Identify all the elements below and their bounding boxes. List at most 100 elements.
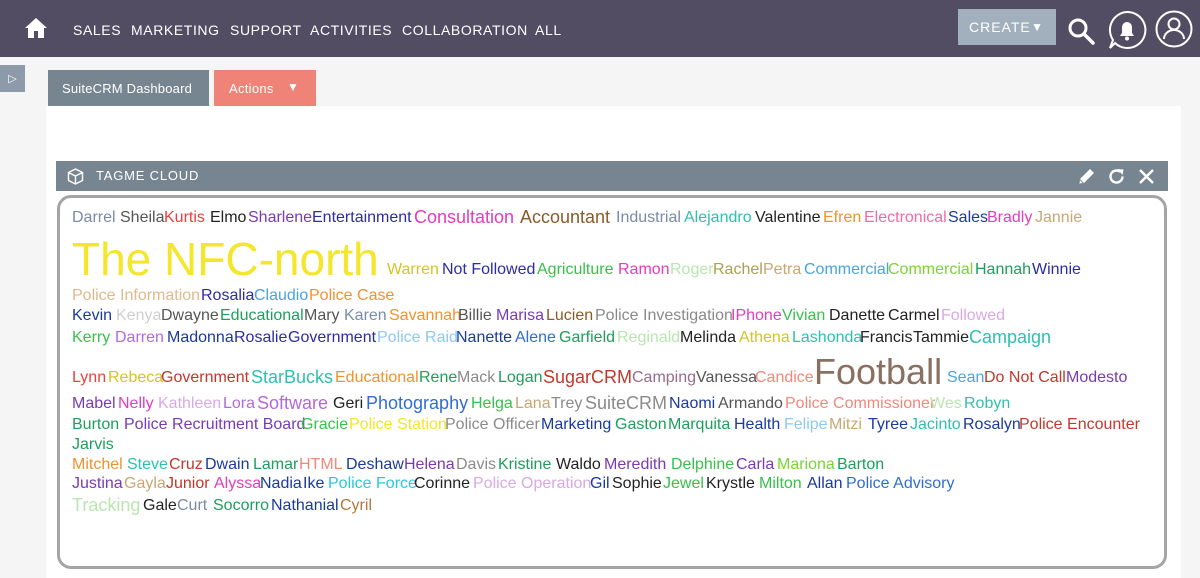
tag-link[interactable]: Dwain [205, 457, 249, 473]
home-icon[interactable] [24, 16, 48, 40]
tag-link[interactable]: Lynn [72, 370, 106, 386]
tag-link[interactable]: Marquita [668, 417, 730, 433]
tag-link[interactable]: Elmo [210, 210, 246, 226]
sidebar-toggle-button[interactable]: ▷ [0, 65, 25, 92]
tag-link[interactable]: Sophie [612, 476, 662, 492]
tag-link[interactable]: Educational [335, 370, 419, 386]
tag-link[interactable]: Robyn [964, 396, 1010, 412]
tag-link[interactable]: Deshaw [346, 457, 404, 473]
tag-link[interactable]: Sean [947, 370, 984, 386]
tag-link[interactable]: HTML [299, 457, 343, 473]
tag-link[interactable]: Francis [860, 330, 912, 346]
tag-link[interactable]: Mack [457, 370, 495, 386]
tag-link[interactable]: Police Raid [377, 330, 458, 346]
edit-pencil-icon[interactable] [1076, 166, 1097, 187]
tag-link[interactable]: Mitzi [829, 417, 862, 433]
nav-sales[interactable]: SALES [73, 22, 121, 38]
tag-link[interactable]: Consultation [414, 208, 514, 226]
tag-link[interactable]: Socorro [213, 498, 269, 514]
tag-link[interactable]: Kathleen [158, 396, 221, 412]
tag-link[interactable]: Government [161, 370, 249, 386]
user-profile-icon[interactable] [1155, 10, 1193, 48]
tag-link[interactable]: Commercial [888, 262, 973, 278]
tag-link[interactable]: Police Officer [445, 417, 540, 433]
tag-link[interactable]: Tammie [913, 330, 969, 346]
tag-link[interactable]: Kevin [72, 308, 112, 324]
tag-link[interactable]: Ramon [618, 262, 670, 278]
tag-link[interactable]: Police Encounter [1019, 417, 1140, 433]
tag-link[interactable]: Police Information [72, 288, 200, 304]
tag-link[interactable]: Allan [807, 476, 843, 492]
tag-link[interactable]: Logan [498, 370, 543, 386]
tag-link[interactable]: Educational [220, 308, 304, 324]
tag-link[interactable]: Barton [837, 457, 884, 473]
tag-link[interactable]: Waldo [556, 457, 601, 473]
tag-link[interactable]: SuiteCRM [585, 394, 667, 412]
tag-link[interactable]: Industrial [616, 210, 681, 226]
tag-link[interactable]: Vanessa [696, 370, 757, 386]
tag-link[interactable]: Valentine [755, 210, 821, 226]
tag-link[interactable]: Police Advisory [846, 476, 955, 492]
tag-link[interactable]: Rachel [713, 262, 763, 278]
tag-link[interactable]: Sharlene [248, 210, 312, 226]
tag-link[interactable]: StarBucks [251, 368, 333, 386]
tag-link[interactable]: Darren [115, 330, 164, 346]
tag-link[interactable]: Delphine [671, 457, 734, 473]
tag-link[interactable]: Lora [223, 396, 255, 412]
tag-link[interactable]: The NFC-north [72, 236, 379, 282]
tag-link[interactable]: Winnie [1032, 262, 1081, 278]
tag-link[interactable]: Kenya [116, 308, 161, 324]
tag-link[interactable]: Milton [759, 476, 802, 492]
tag-link[interactable]: Geri [333, 396, 363, 412]
tag-link[interactable]: Curt [177, 498, 207, 514]
tag-link[interactable]: Savannah [389, 308, 461, 324]
tag-link[interactable]: Campaign [969, 328, 1051, 346]
tag-link[interactable]: Jarvis [72, 437, 114, 453]
tag-link[interactable]: Police Recruitment Board [124, 417, 305, 433]
tag-link[interactable]: Mary [304, 308, 340, 324]
tag-link[interactable]: Sales [948, 210, 988, 226]
tag-link[interactable]: Justina [72, 476, 123, 492]
tag-link[interactable]: Efren [823, 210, 861, 226]
tag-link[interactable]: Agriculture [537, 262, 613, 278]
tag-link[interactable]: Junior [166, 476, 210, 492]
tag-link[interactable]: Nadia [260, 476, 302, 492]
tag-link[interactable]: Mabel [72, 396, 116, 412]
tag-link[interactable]: Marketing [541, 417, 611, 433]
tag-link[interactable]: Ike [303, 476, 324, 492]
tag-link[interactable]: Football [814, 354, 942, 390]
tag-link[interactable]: Alyssa [214, 476, 261, 492]
tag-link[interactable]: Sheila [120, 210, 164, 226]
close-icon[interactable] [1136, 166, 1157, 187]
tag-link[interactable]: Lana [515, 396, 551, 412]
tag-link[interactable]: Marisa [496, 308, 544, 324]
tag-link[interactable]: Melinda [680, 330, 736, 346]
tab-suitecrm-dashboard[interactable]: SuiteCRM Dashboard [48, 70, 209, 106]
tag-link[interactable]: Darrel [72, 210, 116, 226]
tag-link[interactable]: Kristine [498, 457, 551, 473]
tag-link[interactable]: Commercial [804, 262, 889, 278]
tag-link[interactable]: Police Operation [473, 476, 591, 492]
tag-link[interactable]: Do Not Call [984, 370, 1066, 386]
tag-link[interactable]: Carla [736, 457, 774, 473]
tag-link[interactable]: Kurtis [164, 210, 205, 226]
tag-link[interactable]: Gil [590, 476, 610, 492]
tag-link[interactable]: Nanette [456, 330, 512, 346]
tag-link[interactable]: Gale [143, 498, 177, 514]
tag-link[interactable]: Lashonda [792, 330, 862, 346]
tag-link[interactable]: Tracking [72, 496, 140, 514]
tag-link[interactable]: Naomi [669, 396, 715, 412]
tag-link[interactable]: Rosalyn [963, 417, 1021, 433]
tag-link[interactable]: Garfield [559, 330, 615, 346]
tag-link[interactable]: IPhone [731, 308, 782, 324]
tag-link[interactable]: Modesto [1066, 370, 1127, 386]
tag-link[interactable]: Police Force [328, 476, 417, 492]
tag-link[interactable]: Electronical [864, 210, 947, 226]
nav-all[interactable]: ALL [535, 22, 562, 38]
tag-link[interactable]: Rene [419, 370, 457, 386]
tag-link[interactable]: Camping [632, 370, 696, 386]
dashlet-header[interactable]: TAGME CLOUD [56, 161, 1168, 191]
tag-link[interactable]: Davis [456, 457, 496, 473]
tag-link[interactable]: Rebeca [108, 370, 163, 386]
tag-link[interactable]: Rosalie [234, 330, 287, 346]
